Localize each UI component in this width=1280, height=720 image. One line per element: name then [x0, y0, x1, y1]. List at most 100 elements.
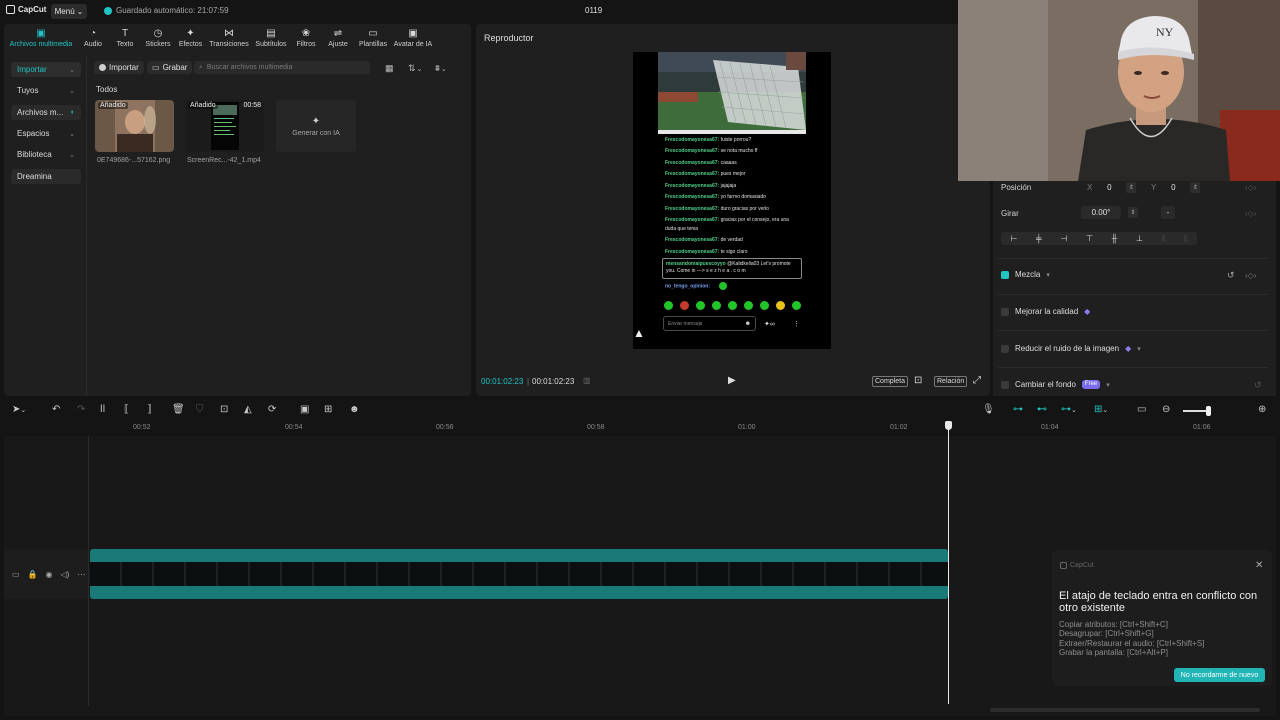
chat-text: gracias por el consejo, era una	[720, 217, 789, 223]
tab-audio[interactable]: ◔ Audio	[78, 26, 108, 50]
grid-view-icon[interactable]: ▦	[385, 63, 394, 74]
stepper-icon[interactable]: ⇕	[1126, 182, 1137, 193]
tab-text[interactable]: T Texto	[108, 26, 142, 50]
ratio-button[interactable]: Relación	[934, 376, 968, 387]
media-item-video[interactable]: Añadido 00:58	[185, 100, 264, 152]
distribute-h-icon[interactable]: ⫼	[1162, 234, 1166, 244]
main-track-icon[interactable]: ⊞⌄	[1094, 404, 1108, 415]
sort-icon[interactable]: ⇅ ⌄	[408, 63, 422, 74]
sidebar-item-media-files[interactable]: Archivos m... ◐	[11, 105, 81, 120]
split-icon[interactable]: ǀǀ	[100, 404, 105, 415]
filter-icon[interactable]: ⩩ ⌄	[435, 63, 447, 74]
tab-adjust[interactable]: ⇌ Ajuste	[321, 26, 355, 50]
timeline-ruler[interactable]	[90, 421, 1276, 435]
position-x-field[interactable]: X 0 ⇕	[1087, 181, 1137, 194]
denoise-row[interactable]: Reducir el ruido de la imagen ◆ ▾	[1001, 344, 1141, 353]
dont-remind-button[interactable]: No recordarme de nuevo	[1174, 668, 1265, 682]
tab-transitions[interactable]: ⋈ Transiciones	[207, 26, 251, 50]
media-item-image[interactable]: Añadido	[95, 100, 174, 152]
zoom-in-icon[interactable]: ⊕	[1258, 404, 1266, 415]
link-clips-icon[interactable]: ⊶	[1013, 404, 1023, 415]
menu-button[interactable]: Menú ⌄	[51, 4, 87, 19]
blend-row[interactable]: Mezcla ▾	[1001, 270, 1050, 279]
rotate-field[interactable]: 0.00°	[1081, 206, 1121, 219]
lock-icon[interactable]: 🔒	[28, 570, 38, 579]
tab-media[interactable]: ▣ Archivos multimedia	[4, 26, 78, 50]
tab-effects[interactable]: ✦ Efectos	[174, 26, 207, 50]
align-left-icon[interactable]: ⊢	[1010, 234, 1017, 243]
sidebar-item-dreamina[interactable]: Dreamina	[11, 169, 81, 184]
subtitle-track-icon[interactable]: ▭	[1137, 404, 1146, 415]
split-left-icon[interactable]: ⟦	[124, 404, 129, 415]
cover-icon[interactable]: ▭	[12, 570, 20, 579]
full-quality-button[interactable]: Completa	[872, 376, 908, 387]
preview-axis-icon[interactable]: ⊶⌄	[1061, 404, 1077, 415]
delete-icon[interactable]: 🗑	[172, 404, 185, 415]
distribute-v-icon[interactable]: ⫼	[1184, 234, 1188, 244]
split-right-icon[interactable]: ⟧	[147, 404, 152, 415]
tab-filters[interactable]: ❀ Filtros	[291, 26, 321, 50]
timeline-scrollbar[interactable]	[990, 708, 1260, 712]
close-icon[interactable]: ✕	[1255, 560, 1263, 571]
sidebar-item-yours[interactable]: Tuyos ⌄	[11, 83, 81, 98]
record-button[interactable]: ▭ Grabar	[147, 61, 193, 74]
sidebar-item-library[interactable]: Biblioteca ⌄	[11, 147, 81, 162]
playhead-handle[interactable]	[945, 421, 952, 430]
denoise-checkbox[interactable]	[1001, 344, 1009, 353]
fullscreen-icon[interactable]: ⤢	[973, 375, 981, 386]
image-edit-icon[interactable]: ⊞	[324, 404, 332, 415]
change-background-row[interactable]: Cambiar el fondo Free ▾	[1001, 380, 1110, 389]
mirror-icon[interactable]: ◭	[244, 404, 252, 415]
import-button[interactable]: Importar	[94, 61, 144, 74]
reset-icon[interactable]: ↺	[1254, 380, 1262, 391]
screenshot-icon[interactable]: ⊡	[914, 375, 922, 386]
captions-icon[interactable]: ▣	[300, 404, 309, 415]
stepper-icon[interactable]: ⇕	[1128, 207, 1138, 218]
more-icon[interactable]: ⋯	[77, 570, 85, 579]
search-input[interactable]: ⌕ Buscar archivos multimedia	[194, 61, 370, 74]
crop-icon[interactable]: ⊡	[220, 404, 228, 415]
sidebar-item-import[interactable]: Importar ⌄	[11, 62, 81, 77]
tab-subtitles[interactable]: ▤ Subtítulos	[251, 26, 291, 50]
sidebar-item-spaces[interactable]: Espacios ⌄	[11, 126, 81, 141]
redo-icon[interactable]: ↷	[77, 404, 85, 415]
tab-stickers[interactable]: ◷ Stickers	[142, 26, 174, 50]
keyframe-icon[interactable]: ‹◇›	[1245, 209, 1256, 218]
blend-checkbox[interactable]	[1001, 270, 1009, 279]
stepper-icon[interactable]: ⇕	[1190, 182, 1201, 193]
position-y-field[interactable]: Y 0 ⇕	[1151, 181, 1201, 194]
project-title[interactable]: 0119	[585, 6, 602, 15]
person-effect-icon[interactable]: ☻	[349, 404, 360, 415]
tab-templates[interactable]: ▭ Plantillas	[355, 26, 391, 50]
speaker-icon[interactable]: ◁)	[61, 570, 70, 579]
magnet-icon[interactable]: ⊷	[1037, 404, 1047, 415]
align-center-v-icon[interactable]: ╫	[1112, 234, 1118, 243]
align-center-h-icon[interactable]: ╪	[1036, 234, 1042, 243]
enhance-quality-checkbox[interactable]	[1001, 307, 1009, 316]
shield-icon[interactable]: ⛉	[196, 404, 204, 415]
rotate-extra-field[interactable]: -	[1161, 206, 1175, 219]
align-top-icon[interactable]: ⊤	[1086, 234, 1093, 243]
divider	[998, 258, 1268, 259]
align-bottom-icon[interactable]: ⊥	[1136, 234, 1143, 243]
play-icon[interactable]: ▶	[728, 375, 736, 386]
generate-ai-button[interactable]: ✦ Generar con IA	[276, 100, 356, 152]
zoom-out-icon[interactable]: ⊖	[1162, 404, 1170, 415]
video-clip[interactable]	[90, 549, 948, 599]
playhead[interactable]	[948, 422, 949, 704]
waveform-icon[interactable]: ▥	[583, 376, 591, 385]
keyframe-icon[interactable]: ‹◇›	[1245, 271, 1256, 280]
rotate-icon[interactable]: ⟳	[268, 404, 276, 415]
reset-icon[interactable]: ↺	[1227, 270, 1235, 281]
zoom-slider-handle[interactable]	[1206, 406, 1211, 416]
tab-ai-avatar[interactable]: ▣ Avatar de IA	[391, 26, 435, 50]
microphone-icon[interactable]: 🎙	[982, 404, 995, 415]
undo-icon[interactable]: ↶	[52, 404, 60, 415]
keyframe-icon[interactable]: ‹◇›	[1245, 183, 1256, 192]
select-tool-icon[interactable]: ➤⌄	[12, 404, 26, 415]
enhance-quality-row[interactable]: Mejorar la calidad ◆	[1001, 307, 1090, 316]
webcam-image: NY	[958, 0, 1280, 181]
change-background-checkbox[interactable]	[1001, 380, 1009, 389]
eye-icon[interactable]: ◉	[46, 570, 53, 579]
align-right-icon[interactable]: ⊣	[1060, 234, 1067, 243]
